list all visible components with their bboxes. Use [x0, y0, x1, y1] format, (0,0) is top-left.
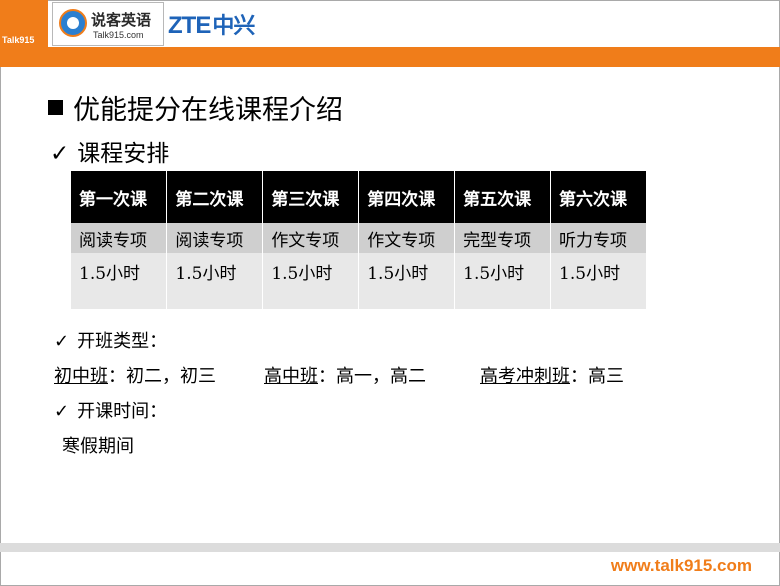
table-header-cell: 第三次课 [262, 171, 360, 223]
class-types-heading-text: 开班类型： [77, 331, 168, 352]
duration-cell: 1.5小时 [262, 253, 360, 309]
section-subtitle: ✓ 课程安排 [50, 134, 169, 168]
class-type-exam-sprint: 高考冲刺班：高三 [480, 362, 624, 388]
speech-bubble-icon [59, 9, 87, 37]
zte-logo: ZTE中兴 [168, 8, 255, 40]
zte-logo-latin: ZTE [168, 12, 211, 39]
duration-cell: 1.5小时 [358, 253, 456, 309]
class-type-name: 高考冲刺班 [480, 366, 570, 387]
schedule-table: 第一次课 第二次课 第三次课 第四次课 第五次课 第六次课 阅读专项 阅读专项 … [71, 171, 647, 309]
class-type-name: 初中班 [54, 366, 108, 387]
topic-cell: 作文专项 [358, 223, 456, 253]
logo-name: 说客英语 [91, 11, 152, 29]
topic-cell: 作文专项 [262, 223, 360, 253]
table-row-durations: 1.5小时 1.5小时 1.5小时 1.5小时 1.5小时 1.5小时 [71, 253, 647, 309]
duration-cell: 1.5小时 [454, 253, 552, 309]
topic-cell: 听力专项 [550, 223, 647, 253]
topic-cell: 阅读专项 [71, 223, 168, 253]
class-types-heading: ✓ 开班类型： [54, 327, 167, 353]
table-header-row: 第一次课 第二次课 第三次课 第四次课 第五次课 第六次课 [71, 171, 647, 223]
zte-logo-cn: 中兴 [212, 13, 255, 38]
table-header-cell: 第五次课 [454, 171, 552, 223]
class-type-grades: ：高三 [570, 366, 624, 387]
duration-cell: 1.5小时 [71, 253, 168, 309]
page-title: 优能提分在线课程介绍 [48, 88, 343, 127]
class-type-senior: 高中班：高一，高二 [264, 362, 426, 388]
topic-cell: 阅读专项 [166, 223, 264, 253]
class-type-name: 高中班 [264, 366, 318, 387]
class-type-grades: ：初二，初三 [108, 366, 216, 387]
website-link[interactable]: www.talk915.com [611, 556, 752, 576]
class-time-heading: ✓ 开课时间： [54, 397, 167, 423]
talk915-logo: 说客英语 Talk915.com [52, 2, 164, 46]
square-bullet-icon [48, 100, 63, 115]
table-header-cell: 第一次课 [71, 171, 168, 223]
class-type-junior: 初中班：初二，初三 [54, 362, 216, 388]
brand-badge-text: Talk915 [2, 35, 35, 45]
table-header-cell: 第六次课 [550, 171, 647, 223]
class-type-grades: ：高一，高二 [318, 366, 426, 387]
table-row-topics: 阅读专项 阅读专项 作文专项 作文专项 完型专项 听力专项 [71, 223, 647, 253]
logo-url: Talk915.com [93, 30, 144, 40]
duration-cell: 1.5小时 [166, 253, 264, 309]
section-subtitle-text: 课程安排 [77, 141, 170, 167]
brand-badge: Talk915 [0, 0, 48, 47]
duration-cell: 1.5小时 [550, 253, 647, 309]
checkmark-icon: ✓ [54, 401, 70, 422]
checkmark-icon: ✓ [54, 331, 70, 352]
header-bar [0, 47, 780, 67]
class-time-heading-text: 开课时间： [77, 401, 168, 422]
class-time-value: 寒假期间 [62, 436, 134, 457]
topic-cell: 完型专项 [454, 223, 552, 253]
table-header-cell: 第二次课 [166, 171, 264, 223]
footer-bar [0, 543, 780, 552]
page-title-text: 优能提分在线课程介绍 [73, 95, 343, 126]
table-header-cell: 第四次课 [358, 171, 456, 223]
checkmark-icon: ✓ [50, 141, 70, 167]
